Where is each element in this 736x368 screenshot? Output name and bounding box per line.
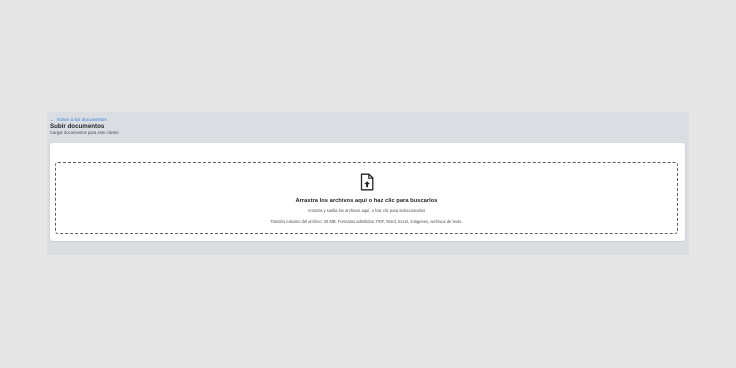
upload-card: Arrastra los archivos aquí o haz clic pa…	[50, 143, 685, 241]
upload-panel: ← Volver a los documentos Subir document…	[47, 112, 689, 255]
dropzone-subtitle: Arrastra y suelta los archivos aquí, o h…	[307, 208, 426, 213]
file-dropzone[interactable]: Arrastra los archivos aquí o haz clic pa…	[55, 162, 678, 234]
file-size-info: Tamaño máximo del archivo: 20 MB. Format…	[270, 219, 463, 224]
page-subtitle: Cargar documentos para este cliente	[50, 129, 119, 135]
dropzone-title: Arrastra los archivos aquí o haz clic pa…	[295, 198, 438, 204]
file-upload-icon	[360, 173, 373, 191]
